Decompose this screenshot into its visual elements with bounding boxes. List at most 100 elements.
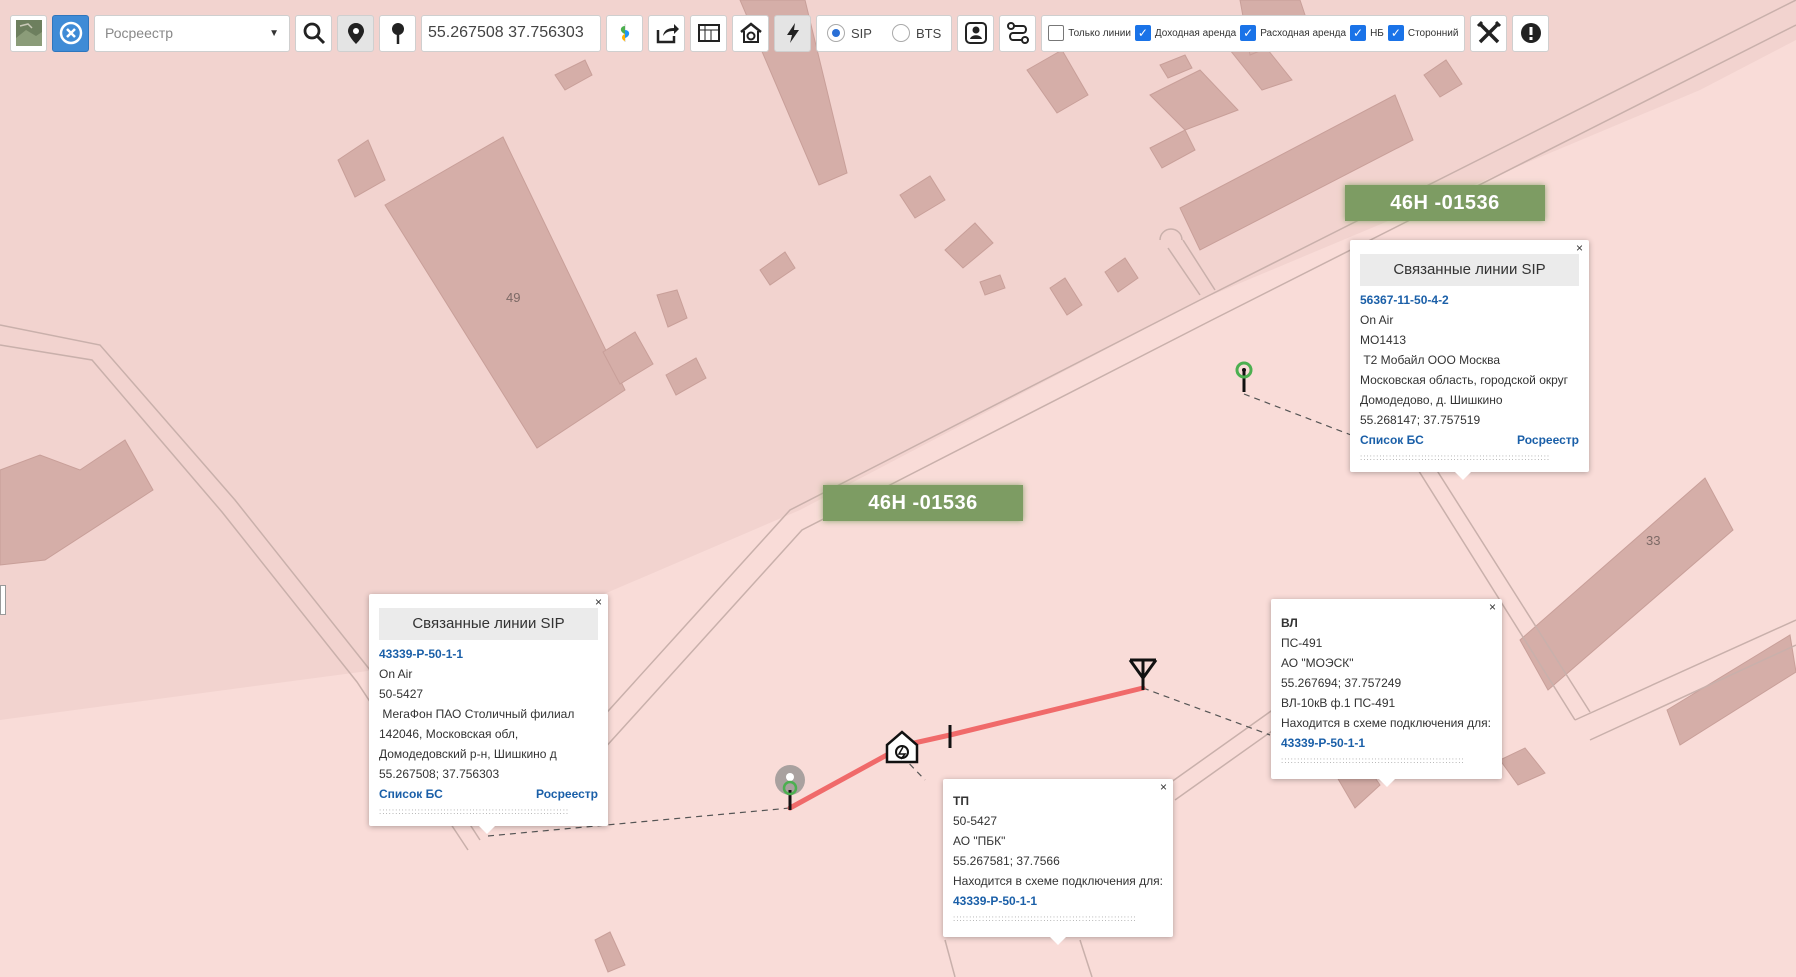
status-text: On Air <box>379 667 413 681</box>
owner-text: АО "ПБК" <box>953 834 1006 848</box>
clear-button[interactable] <box>52 14 89 52</box>
person-pin-icon <box>964 22 987 44</box>
sip-link-id[interactable]: 56367-11-50-4-2 <box>1360 290 1579 310</box>
bs-list-link[interactable]: Список БС <box>1360 430 1424 450</box>
checkbox-third-party[interactable]: ✓ <box>1387 25 1404 41</box>
checkbox-nb[interactable]: ✓ <box>1350 25 1367 41</box>
satellite-layer-button[interactable] <box>10 14 47 52</box>
road-label-top: 46Н -01536 <box>1345 185 1545 221</box>
sip-link-id[interactable]: 43339-Р-50-1-1 <box>379 644 598 664</box>
popup-sip-left: × Связанные линии SIP 43339-Р-50-1-1 On … <box>369 594 608 834</box>
share-button[interactable] <box>648 14 685 52</box>
close-icon[interactable]: × <box>1576 241 1583 255</box>
base-station-icon-right[interactable] <box>1235 361 1253 392</box>
operator-text: Т2 Мобайл ООО Москва <box>1360 353 1501 367</box>
layers-color-button[interactable] <box>606 14 643 52</box>
checkbox-nb-label: НБ <box>1370 27 1384 39</box>
resize-grip[interactable]: ::::::::::::::::::::::::::::::::::::::::… <box>1360 452 1579 464</box>
lightning-icon <box>786 23 799 43</box>
cadastral-map-icon <box>697 24 720 42</box>
coords-text: 55.268147; 37.757519 <box>1360 413 1481 427</box>
close-icon[interactable]: × <box>595 595 602 609</box>
checkbox-only-lines-label: Только линии <box>1068 27 1131 39</box>
building-number-49: 49 <box>506 290 521 305</box>
popup-pointer <box>1379 779 1395 787</box>
resize-grip[interactable]: ::::::::::::::::::::::::::::::::::::::::… <box>379 806 598 818</box>
popup-pointer <box>1455 472 1471 480</box>
scheme-text: Находится в схеме подключения для: <box>1281 716 1491 730</box>
coords-text: 55.267508; 37.756303 <box>379 767 500 781</box>
road-label-middle: 46Н -01536 <box>823 485 1023 521</box>
cadastral-map-button[interactable] <box>690 14 727 52</box>
popup-vl: × ВЛ ПС-491 АО "МОЭСК" 55.267694; 37.757… <box>1271 599 1502 787</box>
marker-button[interactable] <box>379 14 416 52</box>
rosreestr-link[interactable]: Росреестр <box>536 784 598 804</box>
person-map-button[interactable] <box>957 14 995 52</box>
substation-icon[interactable] <box>885 730 919 764</box>
coordinates-input[interactable] <box>421 14 601 52</box>
popup-header: Связанные линии SIP <box>379 608 598 640</box>
filter-checkboxes: Только линии ✓ Доходная аренда ✓ Расходн… <box>1041 14 1466 52</box>
radio-sip-label: SIP <box>851 25 872 41</box>
power-filter-button[interactable] <box>774 14 811 52</box>
popup-tp: × ТП 50-5427 АО "ПБК" 55.267581; 37.7566… <box>943 779 1173 945</box>
radio-sip[interactable] <box>827 24 845 42</box>
close-icon[interactable]: × <box>1160 780 1167 794</box>
scheme-link[interactable]: 43339-Р-50-1-1 <box>953 891 1163 911</box>
checkbox-only-lines[interactable] <box>1048 25 1065 41</box>
toolbar: Росреестр ▼ SIP BTS Только линии ✓ Д <box>10 13 1550 53</box>
map-pin-icon <box>347 23 364 44</box>
line-name-text: ВЛ-10кВ ф.1 ПС-491 <box>1281 696 1396 710</box>
chevron-down-icon: ▼ <box>269 27 279 39</box>
address-line-1: Московская область, городской округ <box>1360 373 1569 387</box>
rosreestr-link[interactable]: Росреестр <box>1517 430 1579 450</box>
code-text: 50-5427 <box>953 814 998 828</box>
popup-title: ВЛ <box>1281 616 1298 630</box>
marker-icon <box>391 23 404 44</box>
address-line-2: Домодедовский р-н, Шишкино д <box>379 747 557 761</box>
share-arrow-icon <box>656 24 679 44</box>
route-button[interactable] <box>999 14 1037 52</box>
building-number-33: 33 <box>1646 533 1661 548</box>
search-icon <box>303 22 325 45</box>
resize-grip[interactable]: ::::::::::::::::::::::::::::::::::::::::… <box>1281 755 1492 767</box>
location-pin-button[interactable] <box>337 14 374 52</box>
operator-text: МегаФон ПАО Столичный филиал <box>379 707 575 721</box>
tools-cross-icon <box>1476 20 1502 44</box>
popup-header: Связанные линии SIP <box>1360 254 1579 286</box>
search-button[interactable] <box>295 14 332 52</box>
power-tower-icon[interactable] <box>1128 658 1158 690</box>
checkbox-income[interactable]: ✓ <box>1134 25 1151 41</box>
layer-select[interactable]: Росреестр ▼ <box>94 14 290 52</box>
radio-bts[interactable] <box>891 24 910 42</box>
bs-list-link[interactable]: Список БС <box>379 784 443 804</box>
checkbox-expense[interactable]: ✓ <box>1240 25 1257 41</box>
code-text: МО1413 <box>1360 333 1407 347</box>
coords-text: 55.267581; 37.7566 <box>953 854 1060 868</box>
alert-button[interactable] <box>1512 14 1550 52</box>
owner-text: АО "МОЭСК" <box>1281 656 1354 670</box>
scheme-text: Находится в схеме подключения для: <box>953 874 1163 888</box>
substation-text: ПС-491 <box>1281 636 1323 650</box>
satellite-thumbnail-icon <box>15 20 42 46</box>
scheme-link[interactable]: 43339-Р-50-1-1 <box>1281 733 1492 753</box>
address-line-2: Домодедово, д. Шишкино <box>1360 393 1503 407</box>
resize-grip[interactable]: ::::::::::::::::::::::::::::::::::::::::… <box>953 913 1163 925</box>
popup-title: ТП <box>953 794 969 808</box>
popup-pointer <box>479 826 495 834</box>
layer-select-value: Росреестр <box>105 25 174 41</box>
route-icon <box>1006 22 1029 44</box>
close-circle-icon <box>59 21 82 45</box>
radio-bts-label: BTS <box>915 25 942 41</box>
code-text: 50-5427 <box>379 687 424 701</box>
tools-button[interactable] <box>1470 14 1508 52</box>
popup-pointer <box>1050 937 1066 945</box>
address-line-1: 142046, Московская обл, <box>379 727 519 741</box>
popup-sip-right: × Связанные линии SIP 56367-11-50-4-2 On… <box>1350 240 1589 480</box>
close-icon[interactable]: × <box>1489 600 1496 614</box>
type-radio-group: SIP BTS <box>816 14 953 52</box>
house-icon <box>739 22 762 43</box>
substation-filter-button[interactable] <box>732 14 769 52</box>
side-panel-handle[interactable] <box>0 585 6 615</box>
checkbox-income-label: Доходная аренда <box>1154 27 1237 39</box>
